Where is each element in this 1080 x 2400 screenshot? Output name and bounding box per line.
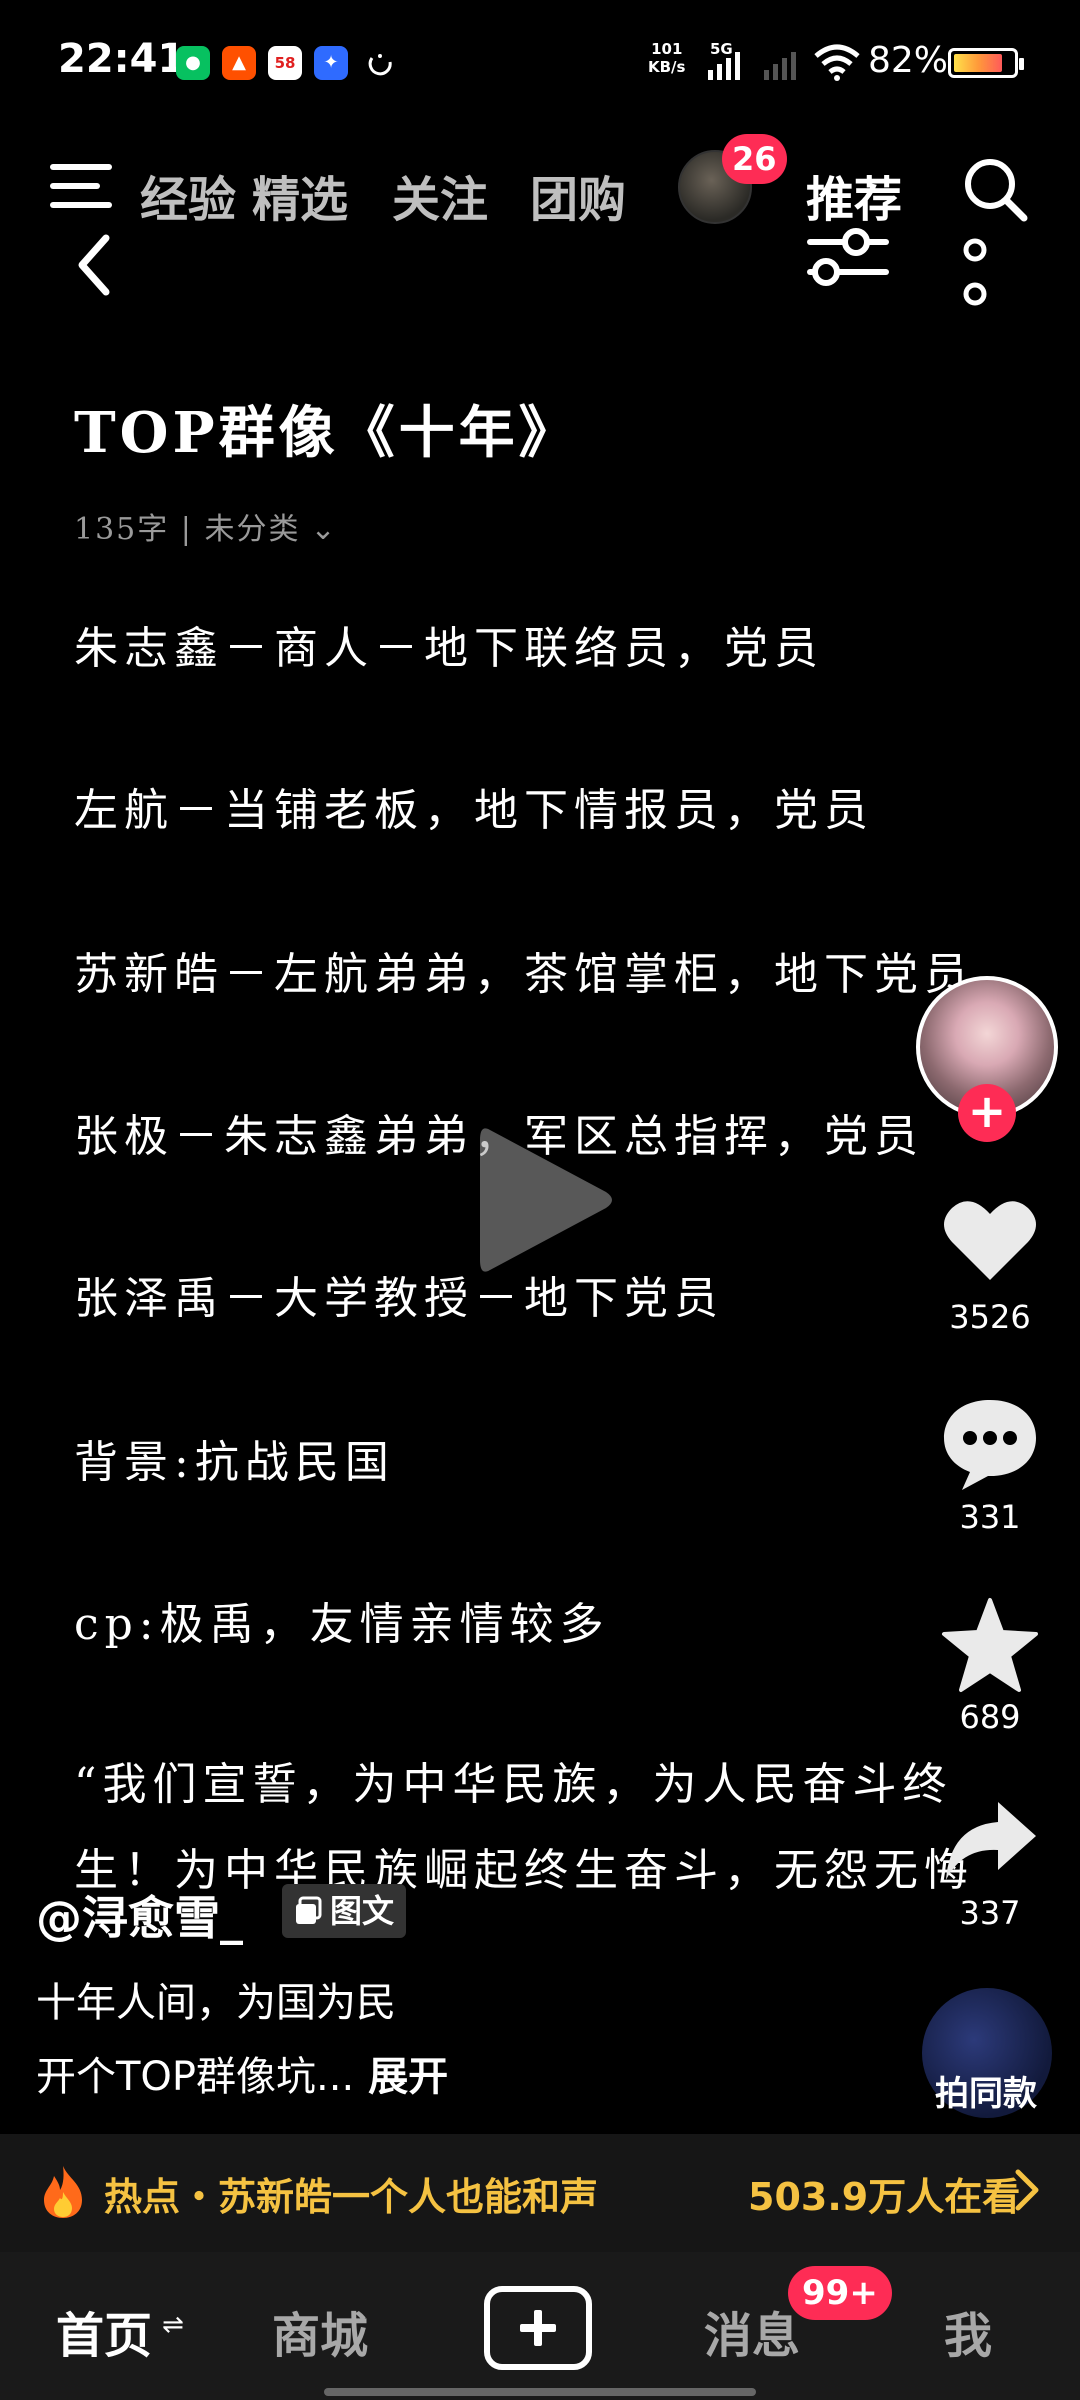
signal-2-icon — [764, 50, 796, 80]
signal-icon — [708, 50, 740, 80]
post-type-tag: 图文 — [282, 1884, 407, 1938]
article-meta[interactable]: 135字 | 未分类 ⌄ — [74, 504, 338, 548]
article-title: TOP群像《十年》 — [74, 400, 579, 466]
share-count: 337 — [959, 1894, 1021, 1932]
net-speed: 101 KB/s — [648, 40, 686, 76]
nav-home[interactable]: 首页 — [56, 2296, 152, 2366]
home-indicator — [324, 2388, 756, 2396]
create-button[interactable] — [484, 2286, 592, 2370]
article-line: 苏新皓－左航弟弟，茶馆掌柜，地下党员 — [74, 949, 974, 1000]
expand-button[interactable]: 展开 — [368, 2054, 448, 2100]
article-line: 张泽禹－大学教授－地下党员 — [74, 1273, 724, 1324]
article-line: cp:极禹，友情亲情较多 — [74, 1599, 610, 1650]
nav-messages[interactable]: 消息 — [704, 2296, 800, 2366]
comment-count: 331 — [959, 1498, 1021, 1536]
author-name[interactable]: @浔愈雪_ — [36, 1882, 243, 1948]
chevron-down-icon: ⌄ — [310, 512, 338, 547]
tab-featured[interactable]: 精选 — [252, 160, 348, 230]
nav-mall[interactable]: 商城 — [272, 2296, 368, 2366]
bottom-nav: 首页 ⇌ 商城 消息 99+ 我 — [0, 2252, 1080, 2400]
share-icon[interactable] — [940, 1792, 1040, 1892]
hot-topic-text: 热点・苏新皓一个人也能和声 — [104, 2175, 599, 2219]
58-icon: 58 — [268, 46, 302, 80]
caption-line: 开个TOP群像坑... 展开 — [36, 2054, 449, 2100]
status-bar: 22:41 ● ▲ 58 ✦ 101 KB/s 5G 82% — [0, 0, 1080, 130]
tab-experience[interactable]: 经验 — [140, 160, 236, 230]
same-style-label[interactable]: 拍同款 — [906, 2066, 1066, 2115]
caption-line: 十年人间，为国为民 — [36, 1980, 396, 2026]
fire-icon — [44, 2166, 82, 2218]
play-icon[interactable] — [460, 1110, 620, 1290]
nav-me[interactable]: 我 — [944, 2296, 992, 2366]
tab-group-buy[interactable]: 团购 — [530, 160, 626, 230]
filter-icon[interactable] — [806, 220, 890, 292]
battery-icon — [948, 48, 1024, 78]
notification-icon — [368, 54, 392, 76]
like-count: 3526 — [949, 1298, 1031, 1336]
star-icon[interactable] — [940, 1596, 1040, 1696]
comment-icon[interactable] — [940, 1394, 1040, 1494]
follow-button[interactable]: + — [958, 1084, 1016, 1142]
hot-topic-bar[interactable]: 热点・苏新皓一个人也能和声 503.9万人在看 — [0, 2134, 1080, 2252]
wifi-icon — [814, 44, 860, 81]
chevron-right-icon — [1015, 2169, 1039, 2211]
top-nav: 经验 精选 关注 团购 26 推荐 — [0, 134, 1080, 306]
image-text-icon — [296, 1896, 322, 1924]
taobao-icon: ▲ — [222, 46, 256, 80]
swap-icon: ⇌ — [162, 2310, 184, 2340]
menu-icon[interactable] — [50, 164, 112, 212]
article-line: 左航－当铺老板，地下情报员，党员 — [74, 785, 874, 836]
status-time: 22:41 — [58, 36, 186, 82]
avatar-badge: 26 — [722, 134, 787, 184]
search-icon[interactable] — [962, 156, 1028, 222]
article-line: 背景:抗战民国 — [74, 1437, 395, 1488]
article-line: “我们宣誓，为中华民族，为人民奋斗终 — [74, 1759, 953, 1810]
viewers-count: 503.9万人在看 — [748, 2175, 1021, 2219]
wechat-icon: ● — [176, 46, 210, 80]
app-icon: ✦ — [314, 46, 348, 80]
article-line: 朱志鑫－商人－地下联络员，党员 — [74, 623, 824, 674]
tab-following[interactable]: 关注 — [392, 160, 488, 230]
more-icon[interactable] — [960, 226, 990, 326]
favorite-count: 689 — [959, 1698, 1021, 1736]
messages-badge: 99+ — [788, 2266, 892, 2320]
heart-icon[interactable] — [940, 1190, 1040, 1290]
battery-percent: 82% — [868, 40, 949, 81]
back-icon[interactable] — [70, 230, 120, 300]
